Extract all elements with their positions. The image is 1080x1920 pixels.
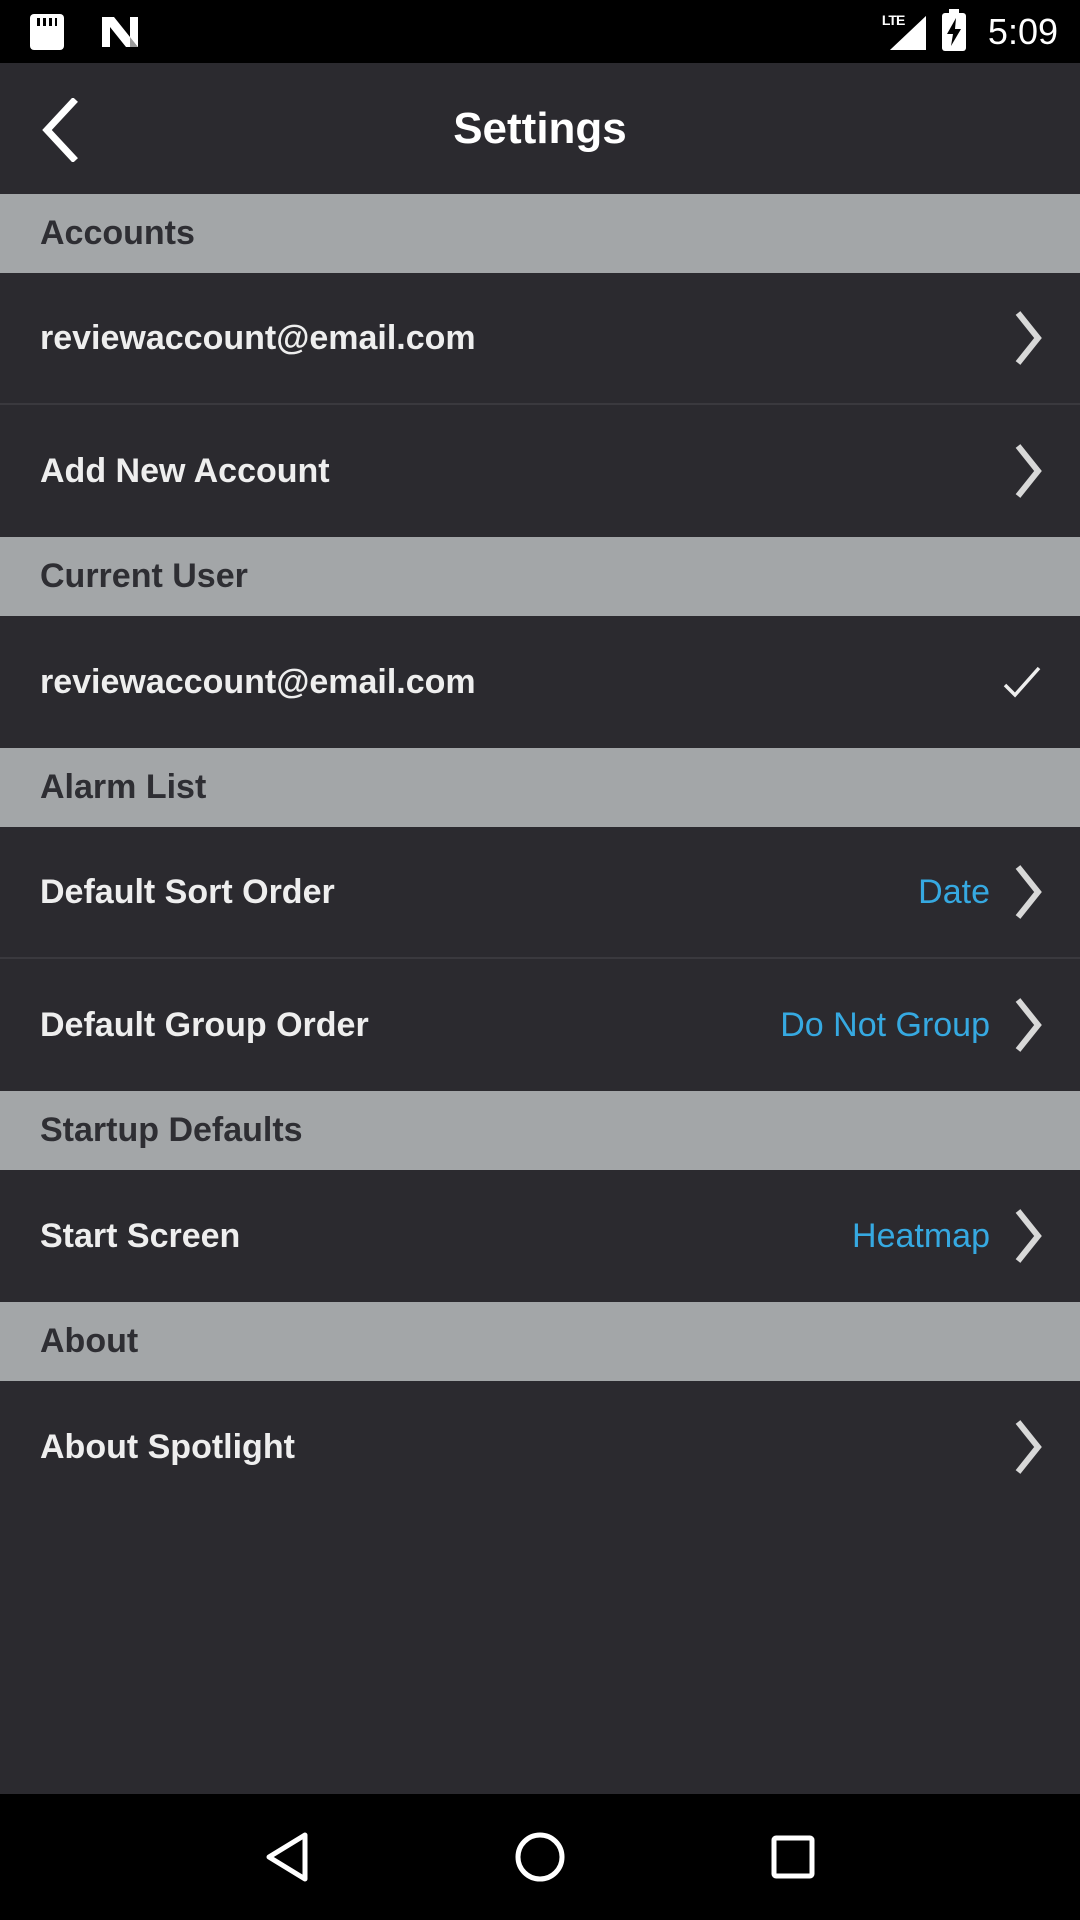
row-right: Heatmap bbox=[852, 1209, 1042, 1263]
back-button[interactable] bbox=[34, 95, 84, 165]
add-new-account-row[interactable]: Add New Account bbox=[0, 405, 1080, 537]
row-right bbox=[1014, 311, 1042, 365]
start-screen-row[interactable]: Start Screen Heatmap bbox=[0, 1170, 1080, 1302]
account-row[interactable]: reviewaccount@email.com bbox=[0, 273, 1080, 405]
section-header-about: About bbox=[0, 1302, 1080, 1381]
default-sort-order-row[interactable]: Default Sort Order Date bbox=[0, 827, 1080, 959]
row-right: Date bbox=[918, 865, 1042, 919]
battery-charging-icon bbox=[941, 8, 966, 51]
default-sort-order-value: Date bbox=[918, 872, 990, 911]
chevron-right-icon bbox=[1015, 998, 1042, 1052]
nav-recents-button[interactable] bbox=[753, 1817, 833, 1897]
nav-home-button[interactable] bbox=[500, 1817, 580, 1897]
default-group-order-value: Do Not Group bbox=[780, 1005, 990, 1044]
checkmark-icon bbox=[1003, 666, 1041, 698]
sd-card-icon bbox=[30, 13, 64, 50]
section-header-alarm-list: Alarm List bbox=[0, 748, 1080, 827]
n-icon bbox=[102, 16, 138, 47]
chevron-right-icon bbox=[1015, 444, 1042, 498]
row-right bbox=[1014, 444, 1042, 498]
settings-screen: LTE 5:09 Settings Accounts reviewaccount… bbox=[0, 0, 1080, 1920]
status-bar: LTE 5:09 bbox=[0, 0, 1080, 63]
app-bar: Settings bbox=[0, 63, 1080, 194]
nav-recents-icon bbox=[771, 1835, 815, 1879]
chevron-right-icon bbox=[1015, 311, 1042, 365]
back-arrow-icon bbox=[42, 98, 78, 162]
nav-home-icon bbox=[515, 1832, 565, 1882]
default-sort-order-label: Default Sort Order bbox=[40, 872, 335, 911]
default-group-order-row[interactable]: Default Group Order Do Not Group bbox=[0, 959, 1080, 1091]
settings-list: Accounts reviewaccount@email.com Add New… bbox=[0, 194, 1080, 1513]
status-right: LTE 5:09 bbox=[882, 8, 1058, 53]
chevron-right-icon bbox=[1015, 1209, 1042, 1263]
account-email: reviewaccount@email.com bbox=[40, 318, 476, 357]
status-left bbox=[30, 13, 140, 50]
current-user-email: reviewaccount@email.com bbox=[40, 662, 476, 701]
navigation-bar bbox=[0, 1794, 1080, 1920]
row-right: Do Not Group bbox=[780, 998, 1042, 1052]
add-new-account-label: Add New Account bbox=[40, 451, 330, 490]
chevron-right-icon bbox=[1015, 1420, 1042, 1474]
section-header-current-user: Current User bbox=[0, 537, 1080, 616]
section-header-accounts: Accounts bbox=[0, 194, 1080, 273]
current-user-row[interactable]: reviewaccount@email.com bbox=[0, 616, 1080, 748]
nav-back-button[interactable] bbox=[247, 1817, 327, 1897]
row-right bbox=[1002, 665, 1042, 699]
section-header-startup-defaults: Startup Defaults bbox=[0, 1091, 1080, 1170]
default-group-order-label: Default Group Order bbox=[40, 1005, 369, 1044]
nav-back-icon bbox=[266, 1832, 308, 1882]
start-screen-label: Start Screen bbox=[40, 1216, 241, 1255]
page-title: Settings bbox=[453, 103, 627, 153]
status-time: 5:09 bbox=[987, 10, 1058, 52]
chevron-right-icon bbox=[1015, 865, 1042, 919]
about-spotlight-label: About Spotlight bbox=[40, 1427, 295, 1466]
about-spotlight-row[interactable]: About Spotlight bbox=[0, 1381, 1080, 1513]
signal-icon: LTE bbox=[882, 12, 928, 52]
start-screen-value: Heatmap bbox=[852, 1216, 990, 1255]
row-right bbox=[1014, 1420, 1042, 1474]
